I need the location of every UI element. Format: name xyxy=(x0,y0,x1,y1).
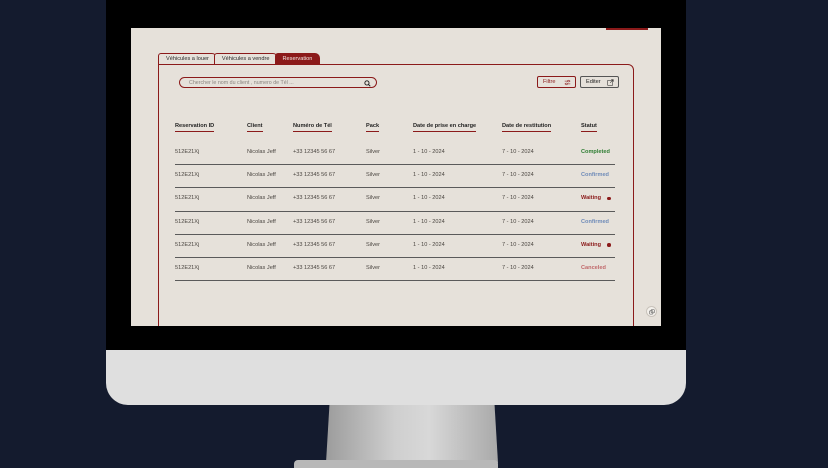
tab-vehicules-a-vendre[interactable]: Véhicules a vendre xyxy=(213,53,278,64)
edit-button-label: Editer xyxy=(586,78,601,85)
status-indicator-dot xyxy=(607,196,611,201)
cell-pack: Silver xyxy=(366,241,380,248)
cell-return: 7 - 10 - 2024 xyxy=(502,218,534,225)
table-row[interactable]: 512E21Xj Nicolas Jeff +33 12345 56 67 Silve… xyxy=(175,189,615,212)
cell-client: Nicolas Jeff xyxy=(247,265,276,271)
cell-pickup: 1 - 10 - 2024 xyxy=(413,218,445,225)
header-pack[interactable]: Pack xyxy=(366,123,380,133)
floating-action-button[interactable] xyxy=(646,306,657,317)
status-indicator-dot xyxy=(607,243,611,247)
monitor-stand xyxy=(326,405,498,463)
cell-pack: Silver xyxy=(366,265,380,271)
cell-phone: +33 12345 56 67 xyxy=(293,218,336,225)
cell-phone: +33 12345 56 67 xyxy=(293,149,336,155)
row-divider xyxy=(175,280,615,281)
cell-client: Nicolas Jeff xyxy=(247,241,276,248)
cell-pack: Silver xyxy=(366,172,380,179)
search-input[interactable] xyxy=(189,78,359,88)
cell-id: 512E21Xj xyxy=(175,218,200,225)
monitor-chin xyxy=(106,350,686,405)
header-pickup-date[interactable]: Date de prise en charge xyxy=(413,123,477,133)
cell-status: Canceled xyxy=(581,265,606,271)
cell-phone: +33 12345 56 67 xyxy=(293,241,336,248)
cell-pack: Silver xyxy=(366,149,380,155)
row-divider xyxy=(175,257,615,258)
cell-pack: Silver xyxy=(366,218,380,225)
cell-id: 512E21Xj xyxy=(175,241,200,248)
search-icon[interactable] xyxy=(364,79,371,87)
monitor-stand-base xyxy=(294,460,498,468)
filter-button-label: Filtre xyxy=(543,78,556,85)
cell-pack: Silver xyxy=(366,195,380,202)
table-row[interactable]: 512E21Xj Nicolas Jeff +33 12345 56 67 Silve… xyxy=(175,259,615,281)
header-client[interactable]: Client xyxy=(247,123,263,133)
cell-pickup: 1 - 10 - 2024 xyxy=(413,149,445,155)
row-divider xyxy=(175,233,615,235)
header-status[interactable]: Statut xyxy=(581,123,597,133)
app-screen: Véhicules a louer Véhicules a vendre Res… xyxy=(131,28,661,326)
table-row[interactable]: 512E21Xj Nicolas Jeff +33 12345 56 67 Silve… xyxy=(175,213,615,235)
cell-client: Nicolas Jeff xyxy=(247,149,276,155)
cell-return: 7 - 10 - 2024 xyxy=(502,265,534,271)
tab-bar: Véhicules a louer Véhicules a vendre Res… xyxy=(158,53,321,64)
cell-return: 7 - 10 - 2024 xyxy=(502,172,534,179)
row-divider xyxy=(175,164,615,165)
cell-pickup: 1 - 10 - 2024 xyxy=(413,195,445,202)
sliders-icon xyxy=(564,79,571,85)
tab-vehicules-a-louer[interactable]: Véhicules a louer xyxy=(158,53,217,64)
cell-return: 7 - 10 - 2024 xyxy=(502,149,534,155)
header-return-date[interactable]: Date de restitution xyxy=(502,123,552,133)
cell-status: Completed xyxy=(581,149,610,155)
edit-button[interactable]: Editer xyxy=(580,76,619,88)
cell-id: 512E21Xj xyxy=(175,265,200,271)
cell-client: Nicolas Jeff xyxy=(247,218,276,225)
search-box xyxy=(179,77,377,88)
cell-return: 7 - 10 - 2024 xyxy=(502,195,534,202)
cell-client: Nicolas Jeff xyxy=(247,172,276,179)
cell-client: Nicolas Jeff xyxy=(247,195,276,202)
tab-reservation[interactable]: Reservation xyxy=(274,53,321,64)
cell-return: 7 - 10 - 2024 xyxy=(502,241,534,248)
cell-status: Waiting xyxy=(581,241,601,248)
copy-icon xyxy=(648,308,655,314)
cell-pickup: 1 - 10 - 2024 xyxy=(413,172,445,179)
cell-id: 512E21Xj xyxy=(175,195,200,202)
row-divider xyxy=(175,210,615,212)
row-divider xyxy=(175,187,615,189)
cell-phone: +33 12345 56 67 xyxy=(293,265,336,271)
cell-status: Confirmed xyxy=(581,172,609,179)
table-row[interactable]: 512E21Xj Nicolas Jeff +33 12345 56 67 Silve… xyxy=(175,236,615,258)
cell-pickup: 1 - 10 - 2024 xyxy=(413,241,445,248)
cell-id: 512E21Xj xyxy=(175,149,200,155)
cell-status: Confirmed xyxy=(581,218,609,225)
header-reservation-id[interactable]: Reservation ID xyxy=(175,123,215,133)
cell-phone: +33 12345 56 67 xyxy=(293,195,336,202)
table-row[interactable]: 512E21Xj Nicolas Jeff +33 12345 56 67 Silve… xyxy=(175,143,615,165)
header-phone[interactable]: Numéro de Tél xyxy=(293,123,332,133)
cell-id: 512E21Xj xyxy=(175,172,200,179)
filter-button[interactable]: Filtre xyxy=(537,76,576,88)
top-accent-bar xyxy=(606,28,648,30)
table-row[interactable]: 512E21Xj Nicolas Jeff +33 12345 56 67 Silve… xyxy=(175,166,615,189)
external-edit-icon xyxy=(607,78,614,86)
cell-phone: +33 12345 56 67 xyxy=(293,172,336,179)
cell-status: Waiting xyxy=(581,195,601,202)
cell-pickup: 1 - 10 - 2024 xyxy=(413,265,445,271)
